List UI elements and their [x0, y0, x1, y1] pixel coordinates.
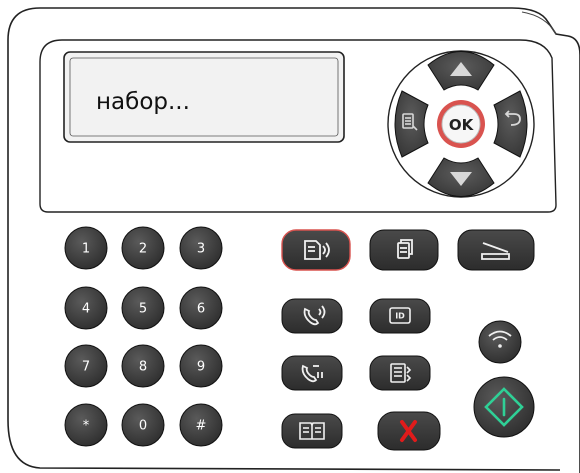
key-6[interactable]: 6 — [179, 286, 223, 330]
wifi-button[interactable] — [478, 320, 522, 364]
key-5[interactable]: 5 — [121, 286, 165, 330]
key-7[interactable]: 7 — [64, 344, 108, 388]
address-book-button[interactable] — [281, 413, 343, 449]
svg-text:ID: ID — [395, 312, 405, 321]
stop-cancel-button[interactable] — [377, 411, 441, 451]
key-label: 5 — [139, 302, 147, 317]
nav-down-button[interactable] — [427, 157, 495, 197]
id-copy-button[interactable]: ID — [369, 298, 431, 334]
ok-button[interactable]: OK — [437, 100, 485, 148]
key-label: 6 — [197, 302, 205, 317]
key-label: 2 — [139, 242, 147, 257]
key-label: * — [83, 419, 90, 434]
key-2[interactable]: 2 — [121, 226, 165, 270]
start-button[interactable] — [473, 376, 535, 438]
key-label: # — [196, 419, 207, 434]
copy-mode-button[interactable] — [369, 229, 439, 271]
key-9[interactable]: 9 — [179, 344, 223, 388]
key-3[interactable]: 3 — [179, 226, 223, 270]
printer-control-panel: набор... OK 1 2 3 4 5 6 7 8 9 * 0 # ID — [7, 7, 580, 473]
lcd-text: набор... — [96, 89, 190, 115]
key-label: 4 — [82, 302, 90, 317]
nav-left-menu-button[interactable] — [394, 90, 429, 158]
key-8[interactable]: 8 — [121, 344, 165, 388]
key-0[interactable]: 0 — [121, 403, 165, 447]
key-label: 3 — [197, 242, 205, 257]
key-hash[interactable]: # — [179, 403, 223, 447]
navigation-pad: OK — [387, 50, 535, 198]
menu-settings-button[interactable] — [369, 355, 431, 391]
key-label: 7 — [82, 360, 90, 375]
key-label: 0 — [139, 419, 147, 434]
redial-button[interactable] — [281, 298, 343, 334]
key-1[interactable]: 1 — [64, 226, 108, 270]
key-label: 1 — [82, 242, 90, 257]
scan-mode-button[interactable] — [457, 229, 535, 271]
key-4[interactable]: 4 — [64, 286, 108, 330]
nav-right-back-button[interactable] — [493, 90, 528, 158]
lcd-display: набор... — [63, 51, 345, 143]
fax-mode-button[interactable] — [281, 229, 351, 271]
key-star[interactable]: * — [64, 403, 108, 447]
numeric-keypad: 1 2 3 4 5 6 7 8 9 * 0 # — [64, 226, 223, 447]
nav-up-button[interactable] — [427, 51, 495, 91]
key-label: 8 — [139, 360, 147, 375]
speed-dial-button[interactable] — [281, 355, 343, 391]
ok-label: OK — [449, 116, 475, 134]
key-label: 9 — [197, 360, 205, 375]
